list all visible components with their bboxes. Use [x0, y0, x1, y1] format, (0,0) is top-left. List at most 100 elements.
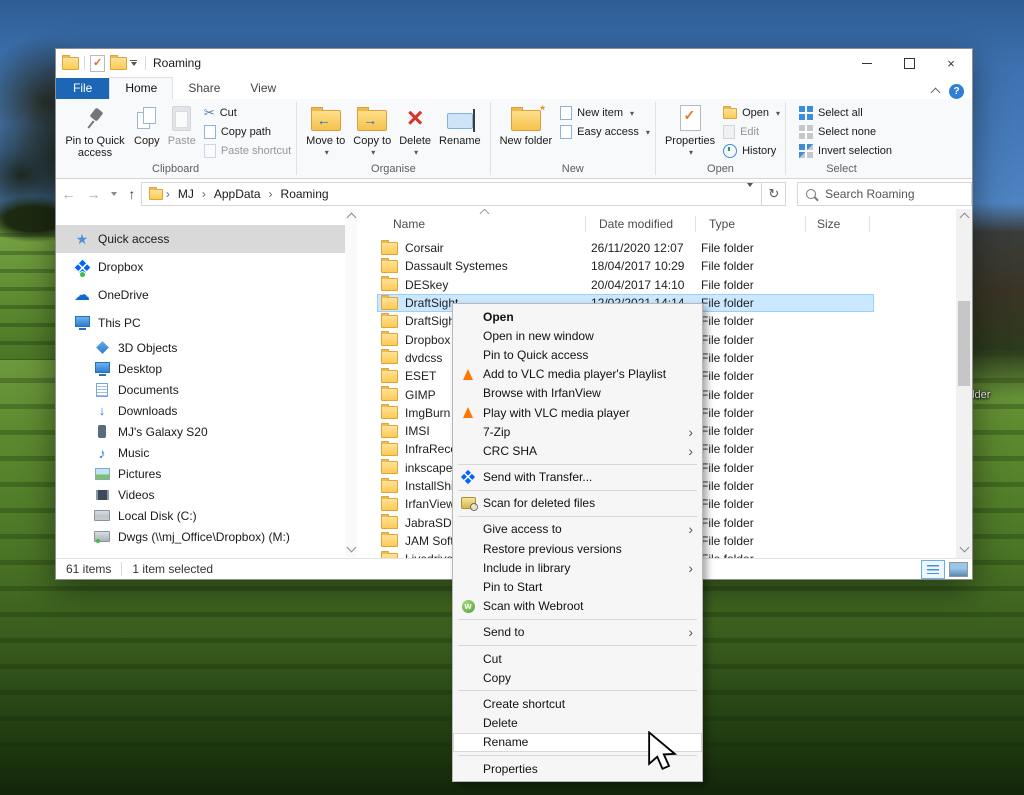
copy-to-button[interactable]: → Copy to — [349, 101, 395, 161]
breadcrumb-item[interactable]: AppData — [209, 187, 266, 201]
scrollbar-thumb[interactable] — [958, 301, 970, 386]
recent-locations-caret-icon[interactable] — [111, 192, 117, 196]
column-header-size[interactable]: Size — [817, 217, 840, 231]
column-header-name[interactable]: Name — [393, 217, 425, 231]
sidebar-item-dropbox[interactable]: Dropbox — [56, 253, 369, 281]
pin-to-quick-access-button[interactable]: Pin to Quick access — [60, 101, 130, 161]
menu-item-play-with-vlc[interactable]: Play with VLC media player — [453, 403, 702, 422]
quick-toolbar-caret-icon[interactable] — [130, 60, 137, 66]
menu-item-give-access-to[interactable]: Give access to — [453, 520, 702, 539]
file-row[interactable]: Dassault Systemes18/04/2017 10:29File fo… — [377, 257, 874, 275]
breadcrumb-item[interactable]: MJ — [173, 187, 199, 201]
open-button[interactable]: Open — [723, 105, 780, 121]
menu-item-include-in-library[interactable]: Include in library — [453, 558, 702, 577]
up-button[interactable]: ↑ — [128, 186, 135, 202]
sidebar-item-downloads[interactable]: Downloads — [56, 400, 369, 421]
copy-button[interactable]: Copy — [130, 101, 164, 149]
delete-button[interactable]: Delete — [395, 101, 435, 161]
button-label: Edit — [740, 126, 759, 138]
scroll-up-icon[interactable] — [347, 213, 357, 223]
move-to-button[interactable]: ← Move to — [302, 101, 349, 161]
sidebar-item-3d-objects[interactable]: 3D Objects — [56, 337, 369, 358]
file-row[interactable]: DESkey20/04/2017 14:10File folder — [377, 276, 874, 294]
menu-item-add-to-vlc-playlist[interactable]: Add to VLC media player's Playlist — [453, 365, 702, 384]
menu-separator — [458, 645, 697, 646]
menu-item-copy[interactable]: Copy — [453, 668, 702, 687]
large-icons-view-button[interactable] — [949, 562, 968, 577]
sidebar-item-music[interactable]: Music — [56, 442, 369, 463]
history-button[interactable]: History — [723, 143, 780, 159]
menu-item-crc-sha[interactable]: CRC SHA — [453, 441, 702, 460]
breadcrumb-item[interactable]: Roaming — [276, 187, 334, 201]
properties-button[interactable]: Properties — [661, 101, 719, 161]
sidebar-item-this-pc[interactable]: This PC — [56, 309, 369, 337]
help-icon[interactable]: ? — [949, 84, 964, 99]
scroll-down-icon[interactable] — [960, 543, 970, 553]
group-label-select: Select — [789, 163, 894, 178]
sidebar-item-dwgs-drive[interactable]: Dwgs (\\mj_Office\Dropbox) (M:) — [56, 526, 369, 547]
paste-button[interactable]: Paste — [164, 101, 200, 149]
menu-item-pin-to-start[interactable]: Pin to Start — [453, 577, 702, 596]
sidebar-item-videos[interactable]: Videos — [56, 484, 369, 505]
menu-item-send-to[interactable]: Send to — [453, 623, 702, 642]
edit-button[interactable]: Edit — [723, 124, 780, 140]
quick-toolbar-properties-icon[interactable] — [90, 55, 105, 72]
tab-view[interactable]: View — [235, 78, 291, 99]
file-list-scrollbar[interactable] — [956, 209, 972, 561]
select-all-button[interactable]: Select all — [799, 105, 892, 121]
menu-item-browse-with-irfanview[interactable]: Browse with IrfanView — [453, 384, 702, 403]
ribbon-group-organise: ← Move to → Copy to Delete Rename — [298, 99, 488, 178]
tab-home[interactable]: Home — [109, 77, 173, 99]
videos-icon — [94, 487, 110, 503]
refresh-button[interactable] — [762, 182, 786, 206]
sidebar-item-pictures[interactable]: Pictures — [56, 463, 369, 484]
menu-item-scan-with-webroot[interactable]: Scan with Webroot — [453, 597, 702, 616]
tab-file[interactable]: File — [56, 78, 109, 99]
maximize-button[interactable] — [888, 49, 930, 77]
minimize-button[interactable] — [846, 49, 888, 77]
menu-item-pin-to-quick-access[interactable]: Pin to Quick access — [453, 345, 702, 364]
sidebar-scrollbar[interactable] — [345, 209, 357, 561]
file-row[interactable]: Corsair26/11/2020 12:07File folder — [377, 239, 874, 257]
menu-item-restore-previous-versions[interactable]: Restore previous versions — [453, 539, 702, 558]
copy-path-button[interactable]: Copy path — [204, 124, 291, 140]
menu-item-send-with-transfer[interactable]: Send with Transfer... — [453, 468, 702, 487]
column-header-type[interactable]: Type — [709, 217, 735, 231]
new-item-button[interactable]: New item — [560, 105, 650, 121]
column-header-date-modified[interactable]: Date modified — [599, 217, 673, 231]
details-view-button[interactable] — [921, 560, 945, 579]
search-box[interactable] — [797, 182, 972, 206]
scroll-down-icon[interactable] — [347, 543, 357, 553]
address-bar[interactable]: MJ AppData Roaming — [141, 182, 763, 206]
scroll-up-icon[interactable] — [960, 213, 970, 223]
sidebar-item-local-disk-c[interactable]: Local Disk (C:) — [56, 505, 369, 526]
menu-item-open[interactable]: Open — [453, 307, 702, 326]
search-input[interactable] — [823, 186, 963, 202]
forward-button[interactable]: → — [86, 186, 100, 202]
back-button[interactable]: ← — [61, 186, 75, 202]
sidebar-item-desktop[interactable]: Desktop — [56, 358, 369, 379]
sidebar-item-documents[interactable]: Documents — [56, 379, 369, 400]
menu-item-7zip[interactable]: 7-Zip — [453, 422, 702, 441]
invert-selection-button[interactable]: Invert selection — [799, 143, 892, 159]
collapse-ribbon-icon[interactable] — [931, 88, 941, 98]
close-button[interactable]: × — [930, 49, 972, 77]
sidebar-item-galaxy-s20[interactable]: MJ's Galaxy S20 — [56, 421, 369, 442]
sidebar-item-onedrive[interactable]: OneDrive — [56, 281, 369, 309]
submenu-arrow-icon — [688, 624, 693, 640]
menu-item-scan-for-deleted-files[interactable]: Scan for deleted files — [453, 494, 702, 513]
rename-button[interactable]: Rename — [435, 101, 485, 149]
address-dropdown-caret-icon[interactable] — [739, 187, 761, 201]
menu-item-cut[interactable]: Cut — [453, 649, 702, 668]
tab-share[interactable]: Share — [173, 78, 235, 99]
menu-item-delete[interactable]: Delete — [453, 714, 702, 733]
sidebar-item-quick-access[interactable]: Quick access — [56, 225, 345, 253]
menu-item-open-in-new-window[interactable]: Open in new window — [453, 326, 702, 345]
menu-item-create-shortcut[interactable]: Create shortcut — [453, 694, 702, 713]
cut-button[interactable]: Cut — [204, 105, 291, 121]
new-folder-button[interactable]: * New folder — [496, 101, 557, 149]
quick-toolbar-folder-icon[interactable] — [110, 57, 127, 70]
paste-shortcut-button[interactable]: Paste shortcut — [204, 143, 291, 159]
select-none-button[interactable]: Select none — [799, 124, 892, 140]
easy-access-button[interactable]: Easy access — [560, 124, 650, 140]
